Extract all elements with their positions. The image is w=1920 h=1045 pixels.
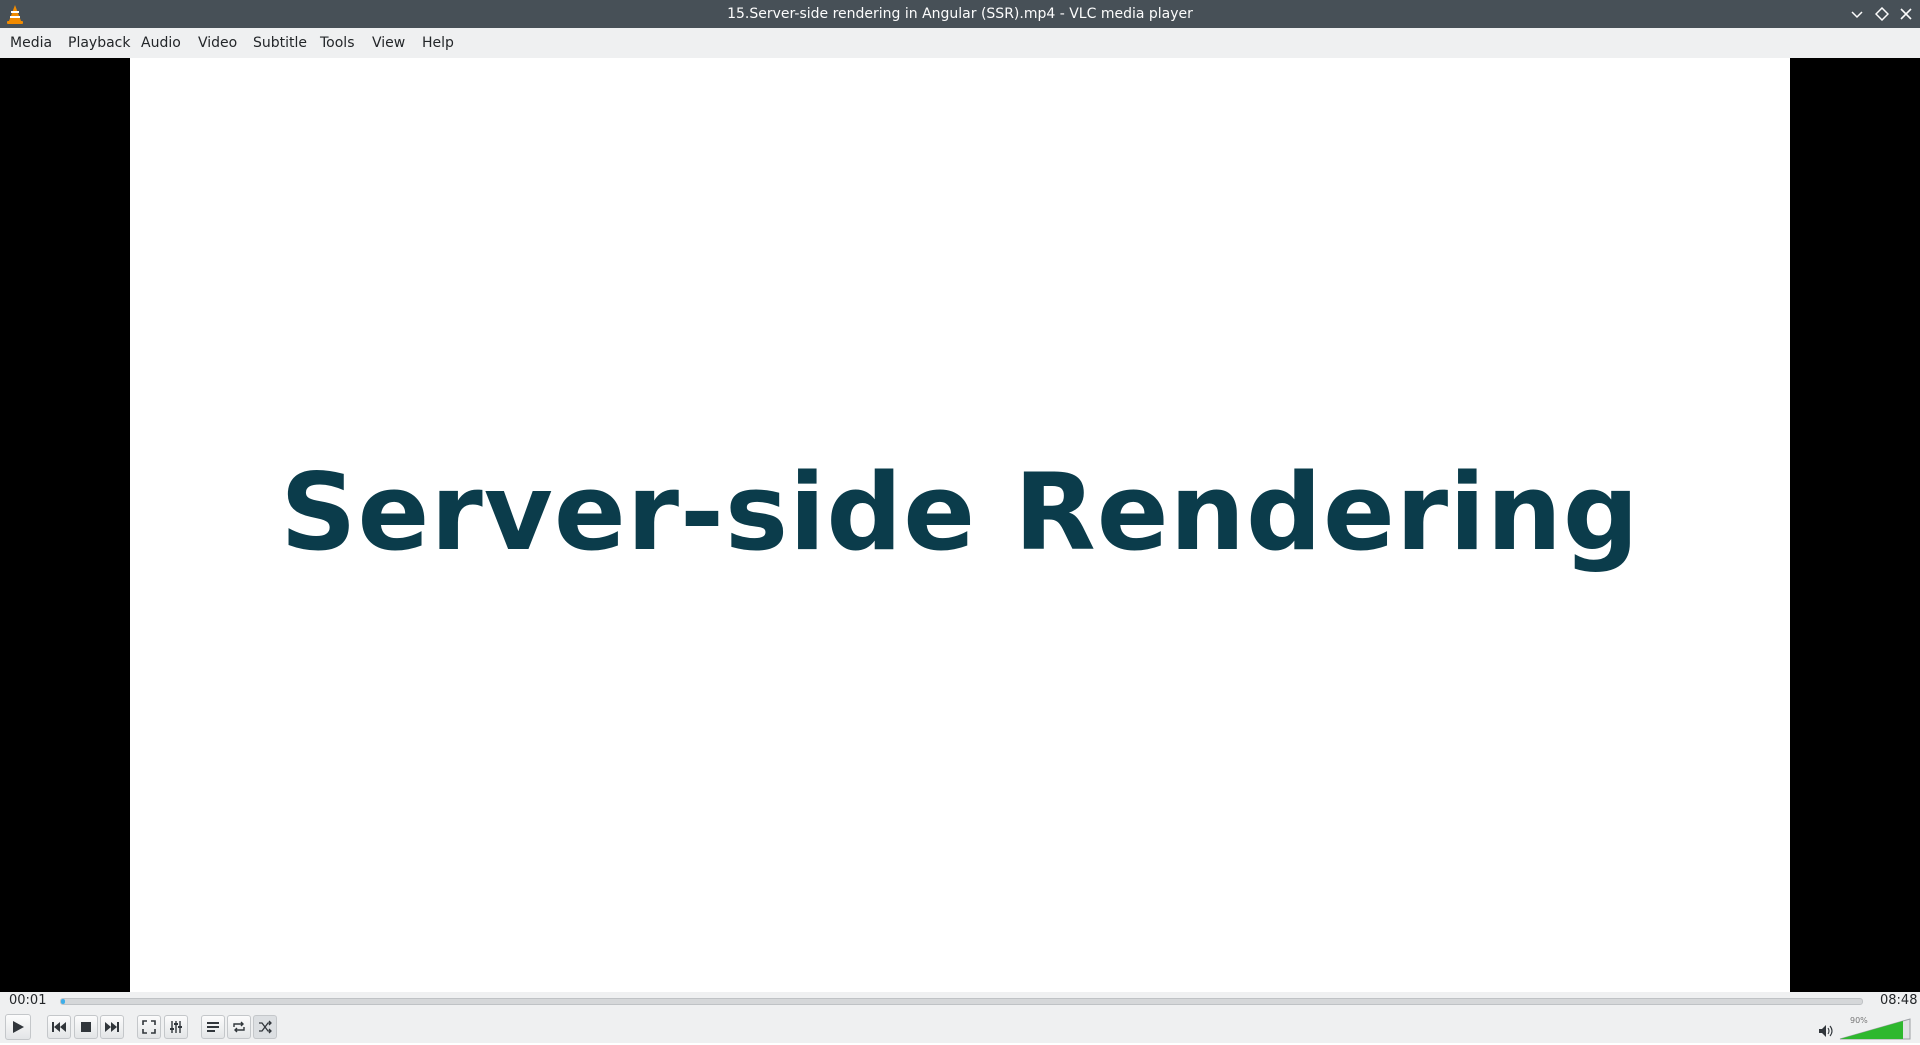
playlist-button[interactable] — [201, 1015, 225, 1039]
window-title: 15.Server-side rendering in Angular (SSR… — [727, 6, 1193, 22]
shuffle-button[interactable] — [253, 1015, 277, 1039]
video-frame: Server-side Rendering — [130, 58, 1790, 992]
seek-progress — [61, 999, 65, 1004]
speaker-icon[interactable] — [1818, 1024, 1834, 1042]
next-button[interactable] — [100, 1015, 124, 1039]
elapsed-time[interactable]: 00:01 — [9, 992, 46, 1010]
menu-help[interactable]: Help — [417, 28, 459, 58]
seek-slider[interactable] — [60, 998, 1863, 1005]
playlist-icon — [207, 1022, 219, 1032]
slide-title: Server-side Rendering — [280, 451, 1640, 574]
play-icon — [13, 1021, 24, 1033]
volume-percent: 90% — [1850, 1016, 1868, 1025]
stop-icon — [81, 1022, 91, 1032]
menu-subtitle[interactable]: Subtitle — [248, 28, 312, 58]
fullscreen-icon — [142, 1020, 156, 1034]
next-icon — [105, 1022, 119, 1032]
control-bar — [0, 1010, 1920, 1043]
menu-audio[interactable]: Audio — [136, 28, 186, 58]
title-bar: 15.Server-side rendering in Angular (SSR… — [0, 0, 1920, 28]
menu-view[interactable]: View — [367, 28, 410, 58]
menu-playback[interactable]: Playback — [63, 28, 135, 58]
mouse-cursor — [1916, 572, 1918, 592]
extended-settings-button[interactable] — [164, 1015, 188, 1039]
loop-button[interactable] — [227, 1015, 251, 1039]
menu-bar: Media Playback Audio Video Subtitle Tool… — [0, 28, 1920, 59]
stop-button[interactable] — [74, 1015, 98, 1039]
loop-icon — [233, 1021, 245, 1033]
previous-icon — [52, 1022, 66, 1032]
close-icon[interactable] — [1897, 5, 1915, 23]
extended-settings-icon — [170, 1021, 182, 1033]
seek-row: 00:01 08:48 — [0, 992, 1920, 1010]
fullscreen-button[interactable] — [137, 1015, 161, 1039]
menu-video[interactable]: Video — [193, 28, 242, 58]
shuffle-icon — [259, 1020, 272, 1034]
total-time[interactable]: 08:48 — [1880, 992, 1917, 1010]
menu-tools[interactable]: Tools — [315, 28, 360, 58]
play-button[interactable] — [5, 1014, 31, 1040]
maximize-icon[interactable] — [1873, 5, 1891, 23]
minimize-icon[interactable] — [1848, 5, 1866, 23]
video-area[interactable]: Server-side Rendering — [0, 58, 1920, 992]
previous-button[interactable] — [47, 1015, 71, 1039]
menu-media[interactable]: Media — [5, 28, 57, 58]
